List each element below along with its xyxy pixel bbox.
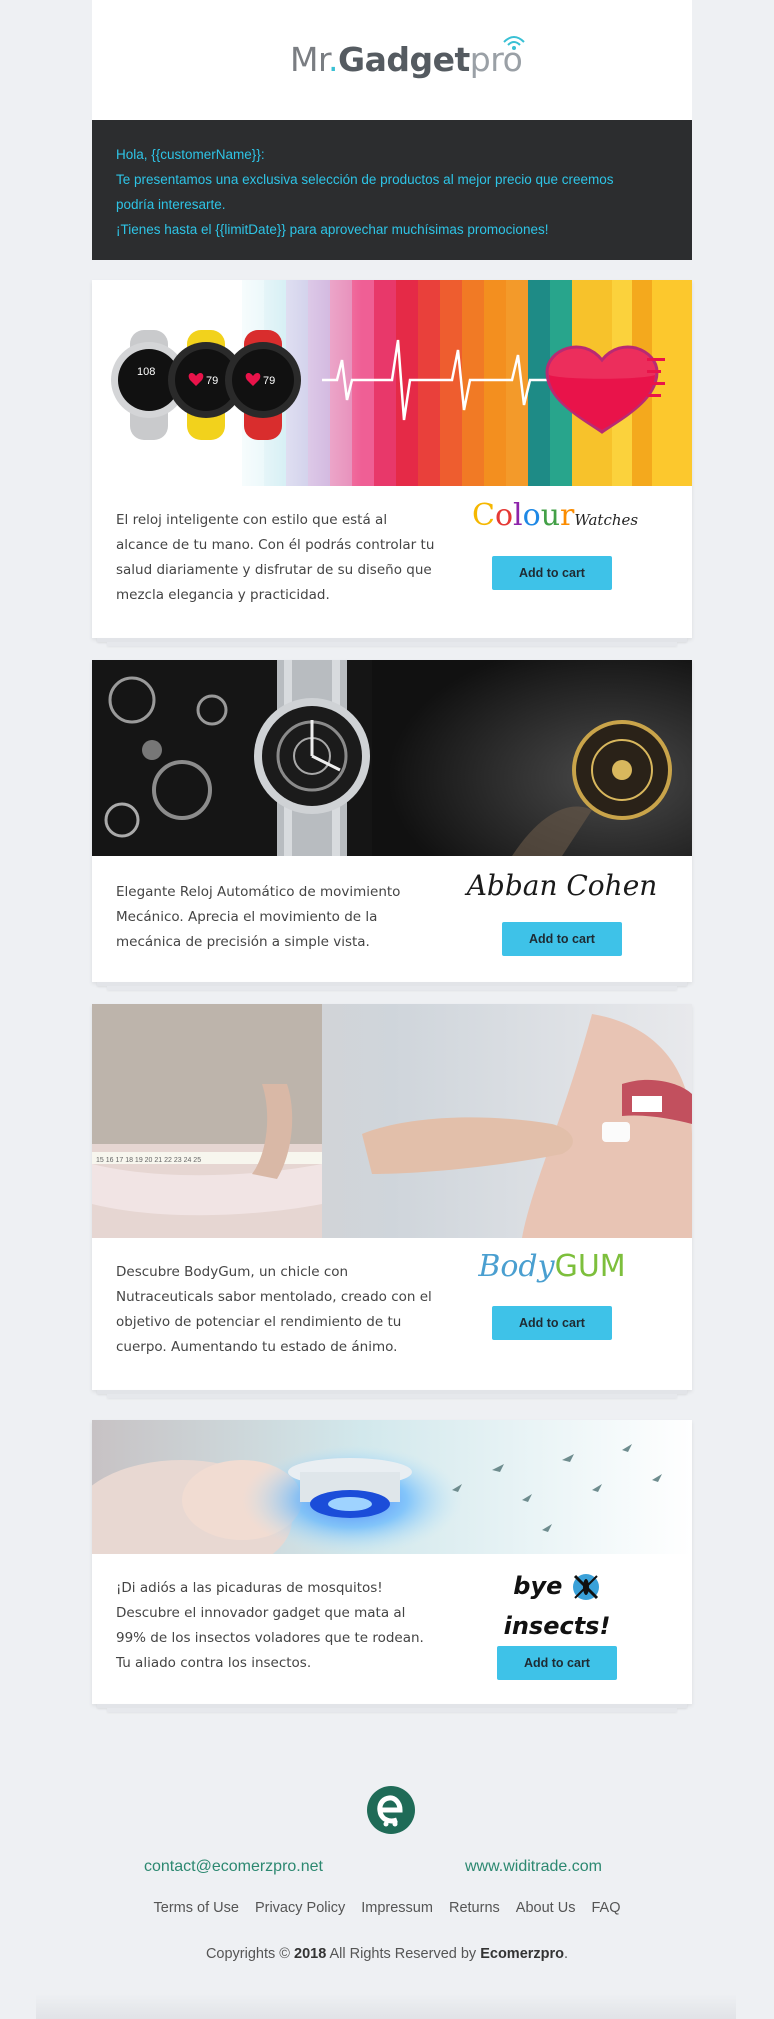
copyright-text: Copyrights © [205, 1946, 294, 1962]
mosquito-icon [572, 1574, 599, 1600]
colour-watches-logo[interactable]: ColourWatches [472, 496, 638, 538]
add-to-cart-button[interactable]: Add to cart [492, 1306, 612, 1340]
card-divider [107, 1708, 677, 1712]
bye-insects-banner-image [92, 1420, 692, 1554]
logo-text-dot: . [328, 40, 339, 79]
card-divider [107, 642, 677, 646]
product-description: Elegante Reloj Automático de movimiento … [116, 884, 401, 950]
card-divider [107, 986, 677, 990]
abban-cohen-logo[interactable]: Abban Cohen [462, 868, 662, 908]
product-card-abban-cohen: Elegante Reloj Automático de movimiento … [92, 660, 692, 990]
intro-line: Te presentamos una exclusiva selección d… [116, 172, 614, 187]
add-to-cart-button[interactable]: Add to cart [492, 556, 612, 590]
bye-insects-logo-text: bye [513, 1572, 563, 1600]
wifi-icon [503, 36, 525, 50]
product-description: ¡Di adiós a las picaduras de mosquitos! … [116, 1580, 424, 1671]
greeting: Hola, {{customerName}}: [116, 147, 265, 162]
smartwatch-banner-image: 108 79 79 [92, 280, 692, 486]
ecomerzpro-logo-icon[interactable] [367, 1786, 415, 1834]
intro-message: Hola, {{customerName}}: Te presentamos u… [92, 120, 692, 260]
watch-readout: 79 [263, 375, 275, 387]
logo-text-mr: Mr [290, 40, 329, 79]
measuring-tape: 15 16 17 18 19 20 21 22 23 24 25 [96, 1157, 201, 1164]
logo-text-gadget: Gadget [338, 40, 470, 79]
mrgadgetpro-logo[interactable]: Mr.Gadgetpro [290, 36, 525, 79]
copyright-year: 2018 [294, 1946, 327, 1962]
product-description: El reloj inteligente con estilo que está… [116, 512, 435, 603]
bye-insects-logo-text: insects! [503, 1612, 611, 1640]
product-banner[interactable] [92, 660, 692, 856]
copyright-company: Ecomerzpro [480, 1946, 565, 1962]
product-banner[interactable] [92, 1420, 692, 1554]
email-container: Mr.Gadgetpro Hola, {{customerName}}: Te … [92, 0, 692, 1712]
product-description: Descubre BodyGum, un chicle con Nutraceu… [116, 1264, 432, 1355]
website-link[interactable]: www.widitrade.com [465, 1858, 602, 1876]
intro-line: podría interesarte. [116, 197, 226, 212]
product-card-bye-insects: ¡Di adiós a las picaduras de mosquitos! … [92, 1420, 692, 1712]
contact-email-link[interactable]: contact@ecomerzpro.net [144, 1858, 323, 1876]
product-banner[interactable]: 15 16 17 18 19 20 21 22 23 24 25 [92, 1004, 692, 1238]
footer-links: Terms of Use Privacy Policy Impressum Re… [0, 1900, 774, 1916]
watch-readout: 79 [206, 375, 218, 387]
impressum-link[interactable]: Impressum [361, 1900, 433, 1916]
product-banner[interactable]: 108 79 79 [92, 280, 692, 486]
faq-link[interactable]: FAQ [591, 1900, 620, 1916]
copyright-text: . [564, 1946, 569, 1962]
returns-link[interactable]: Returns [449, 1900, 500, 1916]
product-card-bodygum: 15 16 17 18 19 20 21 22 23 24 25 Descubr… [92, 1004, 692, 1398]
bottom-bar [36, 1994, 736, 2019]
add-to-cart-button[interactable]: Add to cart [497, 1646, 617, 1680]
product-card-colour-watches: 108 79 79 El reloj inteligente con estil… [92, 280, 692, 646]
promo-deadline: ¡Tienes hasta el {{limitDate}} para apro… [116, 222, 549, 237]
card-divider [107, 1394, 677, 1398]
bye-insects-logo[interactable]: bye insects! [462, 1566, 652, 1640]
about-us-link[interactable]: About Us [516, 1900, 576, 1916]
add-to-cart-button[interactable]: Add to cart [502, 922, 622, 956]
bodygum-logo[interactable]: BodyGUM [472, 1246, 632, 1290]
watch-readout: 108 [137, 366, 155, 378]
copyright-text: All Rights Reserved by [326, 1946, 481, 1962]
privacy-policy-link[interactable]: Privacy Policy [255, 1900, 345, 1916]
bodygum-banner-image: 15 16 17 18 19 20 21 22 23 24 25 [92, 1004, 692, 1238]
terms-of-use-link[interactable]: Terms of Use [154, 1900, 239, 1916]
mechanical-watch-banner-image [92, 660, 692, 856]
copyright: Copyrights © 2018 All Rights Reserved by… [0, 1946, 774, 1962]
header: Mr.Gadgetpro [92, 0, 692, 120]
